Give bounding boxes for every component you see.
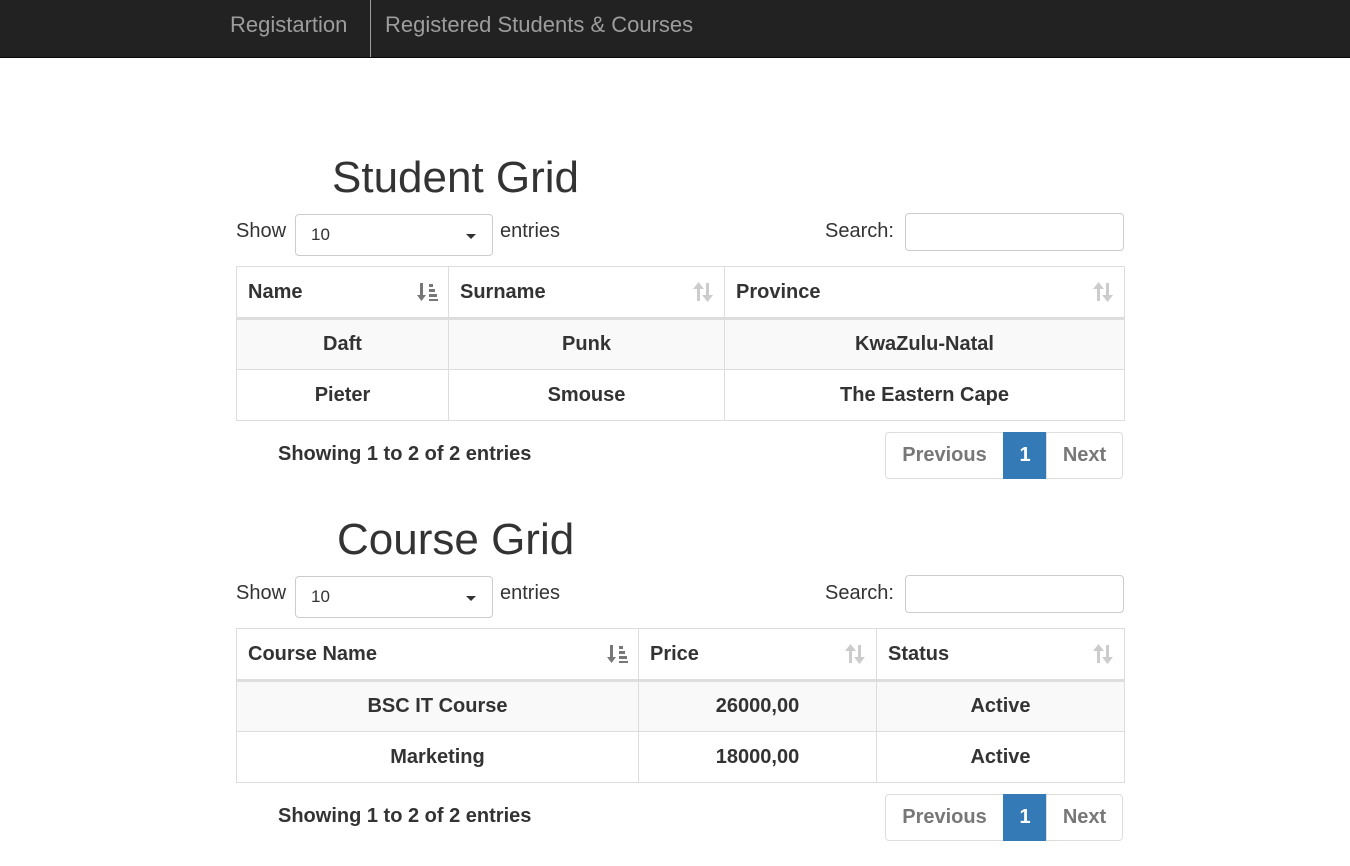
cell-status: Active — [876, 680, 1125, 732]
sort-both-icon — [693, 282, 713, 302]
next-page-button[interactable]: Next — [1046, 794, 1123, 841]
cell-price: 26000,00 — [638, 680, 877, 732]
course-table-header-row: Course Name Price Status — [236, 628, 1125, 682]
nav-link-registered-students-courses[interactable]: Registered Students & Courses — [385, 0, 693, 57]
cell-course-name: BSC IT Course — [236, 680, 639, 732]
column-header-price[interactable]: Price — [638, 628, 877, 682]
cell-status: Active — [876, 731, 1125, 783]
cell-surname: Punk — [448, 318, 725, 370]
page-1-button[interactable]: 1 — [1003, 794, 1047, 841]
column-header-label: Name — [248, 280, 303, 303]
course-search-label: Search: — [825, 582, 894, 604]
column-header-label: Surname — [460, 280, 546, 303]
cell-province: The Eastern Cape — [724, 369, 1125, 421]
column-header-course-name[interactable]: Course Name — [236, 628, 639, 682]
student-table: Name Surname Province Daft Punk KwaZulu-… — [236, 266, 1125, 421]
student-length-value: 10 — [311, 225, 330, 244]
table-row: Daft Punk KwaZulu-Natal — [236, 318, 1125, 370]
column-header-label: Province — [736, 280, 821, 303]
course-length-select[interactable]: 10 — [295, 576, 493, 618]
page-1-button[interactable]: 1 — [1003, 432, 1047, 479]
cell-name: Pieter — [236, 369, 449, 421]
student-table-header-row: Name Surname Province — [236, 266, 1125, 320]
student-search-input[interactable] — [905, 213, 1124, 251]
sort-ascending-icon — [607, 645, 628, 663]
nav-link-registration[interactable]: Registartion — [230, 0, 347, 57]
chevron-down-icon — [466, 234, 476, 239]
column-header-surname[interactable]: Surname — [448, 266, 725, 320]
cell-province: KwaZulu-Natal — [724, 318, 1125, 370]
sort-both-icon — [1093, 282, 1113, 302]
column-header-province[interactable]: Province — [724, 266, 1125, 320]
course-length-value: 10 — [311, 587, 330, 606]
student-search-label: Search: — [825, 220, 894, 242]
student-length-entries-label: entries — [500, 220, 561, 242]
course-table: Course Name Price Status BSC IT Course 2… — [236, 628, 1125, 783]
column-header-label: Status — [888, 642, 950, 665]
column-header-name[interactable]: Name — [236, 266, 449, 320]
student-grid-title: Student Grid — [332, 153, 580, 202]
next-page-button[interactable]: Next — [1046, 432, 1123, 479]
student-table-info: Showing 1 to 2 of 2 entries — [278, 443, 532, 465]
student-length-select[interactable]: 10 — [295, 214, 493, 256]
column-header-status[interactable]: Status — [876, 628, 1125, 682]
sort-both-icon — [1093, 644, 1113, 664]
student-length-show-label: Show — [236, 220, 287, 242]
course-table-info: Showing 1 to 2 of 2 entries — [278, 805, 532, 827]
previous-page-button[interactable]: Previous — [885, 794, 1004, 841]
nav-divider — [370, 0, 371, 57]
chevron-down-icon — [466, 596, 476, 601]
course-pagination: Previous 1 Next — [885, 794, 1123, 841]
table-row: Pieter Smouse The Eastern Cape — [236, 369, 1125, 421]
course-length-entries-label: entries — [500, 582, 561, 604]
cell-name: Daft — [236, 318, 449, 370]
sort-both-icon — [845, 644, 865, 664]
column-header-label: Price — [650, 642, 699, 665]
student-pagination: Previous 1 Next — [885, 432, 1123, 479]
previous-page-button[interactable]: Previous — [885, 432, 1004, 479]
navbar: Registartion Registered Students & Cours… — [0, 0, 1350, 58]
cell-price: 18000,00 — [638, 731, 877, 783]
course-search-input[interactable] — [905, 575, 1124, 613]
cell-surname: Smouse — [448, 369, 725, 421]
course-grid-title: Course Grid — [337, 515, 575, 564]
table-row: Marketing 18000,00 Active — [236, 731, 1125, 783]
course-length-show-label: Show — [236, 582, 287, 604]
cell-course-name: Marketing — [236, 731, 639, 783]
column-header-label: Course Name — [248, 642, 377, 665]
sort-ascending-icon — [417, 283, 438, 301]
table-row: BSC IT Course 26000,00 Active — [236, 680, 1125, 732]
